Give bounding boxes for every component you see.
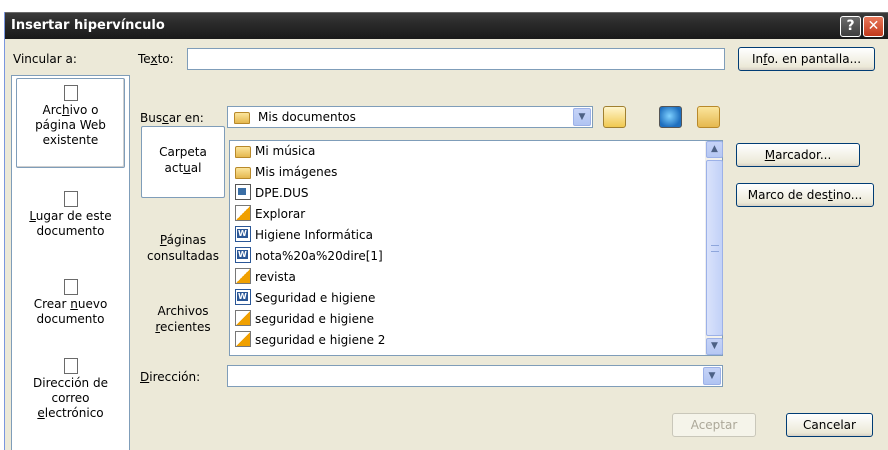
target-frame-button[interactable]: Marco de destino... [736,183,874,207]
pictures-folder-icon [235,167,251,179]
browse-file-icon[interactable] [697,106,720,128]
word-document-icon [235,226,251,242]
shortcut-file-icon [235,268,251,284]
text-label: Texto: [138,52,174,66]
up-folder-button[interactable] [603,106,626,128]
chevron-down-icon[interactable]: ▼ [573,108,591,126]
link-create-new-document[interactable]: Crear nuevo documento [12,279,129,327]
tab-current-folder[interactable]: Carpeta actual [141,126,225,198]
vertical-scrollbar[interactable]: ▲ ▼ [705,141,723,355]
email-icon [63,358,78,374]
address-combo[interactable]: ▼ [227,365,723,387]
tab-recent-files[interactable]: Archivos recientes [141,303,225,335]
link-to-panel: Archivo o página Web existente Lugar de … [11,75,130,450]
music-folder-icon [235,146,251,158]
shortcut-file-icon [235,205,251,221]
link-to-label: Vincular a: [13,52,77,66]
close-button[interactable]: ✕ [863,16,884,37]
ok-button[interactable]: Aceptar [672,413,756,437]
new-document-icon [63,279,78,295]
list-item[interactable]: DPE.DUS [235,183,309,204]
link-place-in-document[interactable]: Lugar de este documento [12,191,129,239]
screen-tip-button[interactable]: Info. en pantalla... [738,47,875,71]
folder-icon [234,112,250,124]
insert-hyperlink-dialog: Insertar hipervínculo ? ✕ Vincular a: Te… [4,12,888,450]
list-item[interactable]: Mis imágenes [235,162,337,183]
location-tabs: Carpeta actual Páginas consultadas Archivo… [139,124,227,350]
text-to-display-input[interactable] [187,48,725,70]
look-in-combo[interactable]: Mis documentos ▼ [227,106,593,128]
tab-browsed-pages[interactable]: Páginas consultadas [141,232,225,264]
list-item[interactable]: Mi música [235,141,315,162]
help-button[interactable]: ? [840,16,861,37]
dialog-title: Insertar hipervínculo [11,18,165,33]
shortcut-file-icon [235,310,251,326]
config-file-icon [235,184,251,200]
link-existing-file-or-page[interactable]: Archivo o página Web existente [16,78,125,168]
list-item[interactable]: revista [235,267,296,288]
web-page-icon [63,85,78,101]
document-place-icon [63,191,78,207]
scroll-thumb[interactable] [706,160,723,336]
link-email-address[interactable]: Dirección de correo electrónico [12,358,129,421]
list-item[interactable]: nota%20a%20dire[1] [235,246,383,267]
list-item[interactable]: Higiene Informática [235,225,373,246]
scroll-up-button[interactable]: ▲ [706,141,723,158]
grip-icon [711,245,719,252]
word-document-icon [235,289,251,305]
shortcut-file-icon [235,331,251,347]
bookmark-button[interactable]: Marcador... [736,143,860,167]
list-item[interactable]: seguridad e higiene 2 [235,330,385,351]
address-label: Dirección: [140,370,201,384]
scroll-down-button[interactable]: ▼ [706,338,723,355]
browse-web-icon[interactable] [659,106,682,128]
title-bar[interactable]: Insertar hipervínculo ? ✕ [5,12,888,39]
list-item[interactable]: seguridad e higiene [235,309,374,330]
word-document-icon [235,247,251,263]
chevron-down-icon[interactable]: ▼ [703,367,721,385]
cancel-button[interactable]: Cancelar [786,413,873,437]
file-list[interactable]: Mi música Mis imágenes DPE.DUS Explorar … [229,140,723,356]
list-item[interactable]: Seguridad e higiene [235,288,375,309]
list-item[interactable]: Explorar [235,204,305,225]
look-in-label: Buscar en: [140,111,204,125]
